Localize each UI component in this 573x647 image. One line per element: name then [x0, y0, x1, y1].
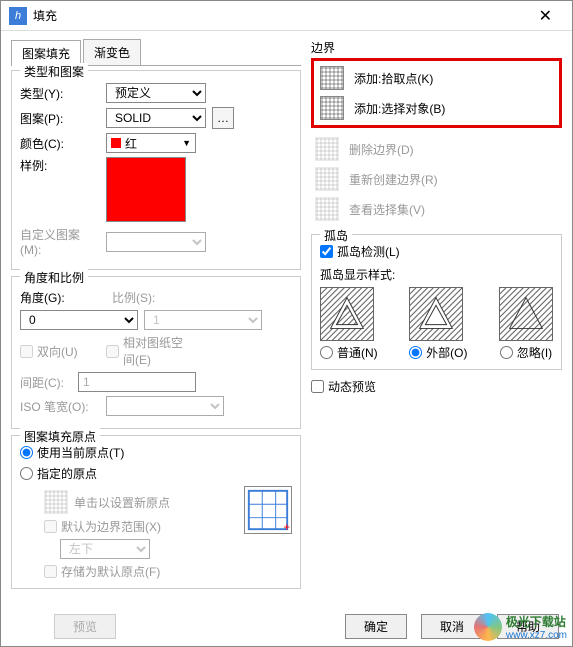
angle-select[interactable]: 0: [20, 310, 138, 330]
select-object-icon: [320, 96, 344, 120]
color-select[interactable]: 红 ▼: [106, 133, 196, 153]
island-outer-preview[interactable]: [409, 287, 463, 341]
origin-preview: +: [244, 486, 292, 534]
view-selection-icon: [315, 197, 339, 221]
pattern-label: 图案(P):: [20, 110, 100, 127]
app-icon: h: [9, 7, 27, 25]
watermark-logo-icon: [474, 613, 502, 641]
window-title: 填充: [33, 7, 527, 24]
default-extent-checkbox: 默认为边界范围(X): [44, 518, 236, 535]
boundary-title: 边界: [311, 39, 562, 56]
island-ignore-preview[interactable]: [499, 287, 553, 341]
group-origin: 图案填充原点 使用当前原点(T) 指定的原点 单击以设置新原点 默认为边界范围(…: [11, 435, 301, 589]
group-title-island: 孤岛: [320, 227, 352, 244]
pattern-browse-button[interactable]: …: [212, 107, 234, 129]
island-normal-radio[interactable]: 普通(N): [320, 344, 378, 361]
sample-label: 样例:: [20, 157, 100, 174]
bidir-checkbox: 双向(U): [20, 343, 100, 360]
pick-point-icon: [320, 66, 344, 90]
remove-boundary-icon: [315, 137, 339, 161]
origin-pos-select: 左下: [60, 539, 150, 559]
watermark-name: 极光下载站: [506, 613, 567, 630]
boundary-pick-point[interactable]: 添加:拾取点(K): [316, 63, 557, 93]
pattern-select[interactable]: SOLID: [106, 108, 206, 128]
custom-pattern-select: [106, 232, 206, 252]
island-detect-checkbox[interactable]: 孤岛检测(L): [320, 243, 553, 260]
close-button[interactable]: ✕: [527, 2, 564, 30]
origin-specified-radio[interactable]: 指定的原点: [20, 465, 292, 482]
island-normal-preview[interactable]: [320, 287, 374, 341]
type-label: 类型(Y):: [20, 85, 100, 102]
preview-button: 预览: [54, 614, 116, 639]
boundary-select-object[interactable]: 添加:选择对象(B): [316, 93, 557, 123]
group-title-origin: 图案填充原点: [20, 428, 100, 445]
iso-select: [106, 396, 224, 416]
group-island: 孤岛 孤岛检测(L) 孤岛显示样式: 普通(N) 外部(O): [311, 234, 562, 370]
sample-preview[interactable]: [106, 157, 186, 222]
type-select[interactable]: 预定义: [106, 83, 206, 103]
island-style-label: 孤岛显示样式:: [320, 266, 553, 283]
svg-text:+: +: [283, 522, 290, 533]
color-swatch-icon: [111, 138, 121, 148]
highlight-box: 添加:拾取点(K) 添加:选择对象(B): [311, 58, 562, 128]
origin-current-radio[interactable]: 使用当前原点(T): [20, 444, 292, 461]
iso-label: ISO 笔宽(O):: [20, 398, 100, 415]
group-angle-scale: 角度和比例 角度(G): 比例(S): 0 1 双向(U) 相对图纸空间(E) …: [11, 276, 301, 429]
island-outer-radio[interactable]: 外部(O): [409, 344, 467, 361]
custom-pattern-label: 自定义图案(M):: [20, 226, 100, 257]
recreate-boundary-icon: [315, 167, 339, 191]
click-set-label: 单击以设置新原点: [74, 494, 170, 511]
boundary-remove: 删除边界(D): [311, 134, 562, 164]
scale-select: 1: [144, 310, 262, 330]
color-name: 红: [125, 137, 137, 151]
scale-label: 比例(S):: [112, 289, 164, 306]
dynamic-preview-checkbox[interactable]: 动态预览: [311, 378, 562, 395]
chevron-down-icon: ▼: [182, 138, 191, 148]
pick-origin-icon: [44, 490, 68, 514]
dialog-window: h 填充 ✕ 图案填充 渐变色 类型和图案 类型(Y): 预定义 图案(P): …: [0, 0, 573, 647]
color-label: 颜色(C):: [20, 135, 100, 152]
tabs: 图案填充 渐变色: [11, 39, 301, 66]
store-origin-checkbox: 存储为默认原点(F): [44, 563, 236, 580]
boundary-recreate: 重新创建边界(R): [311, 164, 562, 194]
watermark: 极光下载站 www.xz7.com: [474, 613, 567, 641]
group-title-type: 类型和图案: [20, 63, 88, 80]
tab-gradient[interactable]: 渐变色: [83, 39, 141, 65]
angle-label: 角度(G):: [20, 289, 72, 306]
boundary-view: 查看选择集(V): [311, 194, 562, 224]
watermark-url: www.xz7.com: [506, 630, 567, 641]
group-type-pattern: 类型和图案 类型(Y): 预定义 图案(P): SOLID … 颜色(C): 红…: [11, 70, 301, 270]
group-title-angle: 角度和比例: [20, 269, 88, 286]
island-ignore-radio[interactable]: 忽略(I): [499, 344, 553, 361]
paperspace-checkbox: 相对图纸空间(E): [106, 334, 186, 368]
ok-button[interactable]: 确定: [345, 614, 407, 639]
titlebar: h 填充 ✕: [1, 1, 572, 31]
spacing-input: [78, 372, 196, 392]
spacing-label: 间距(C):: [20, 374, 72, 391]
